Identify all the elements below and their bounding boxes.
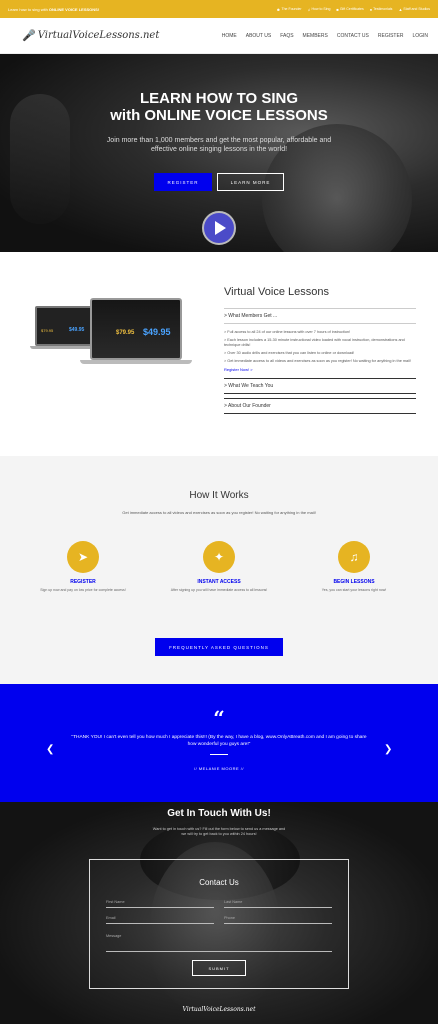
laptop-base-back [30,346,96,349]
hero-register-button[interactable]: REGISTER [154,173,212,191]
hero-title: LEARN HOW TO SING with ONLINE VOICE LESSO… [110,90,328,124]
nav-register[interactable]: REGISTER [378,33,404,39]
main-nav: HOME ABOUT US FAQS MEMBERS CONTACT US RE… [222,33,428,39]
step-desc: Yes, you can start your lessons right no… [321,588,387,592]
site-logo[interactable]: 🎤 VirtualVoiceLessons.net [22,29,159,42]
list-item: > Each lesson includes a 15-30 minute in… [224,338,405,347]
list-item: > Get immediate access to all videos and… [224,359,411,363]
top-link-how-to-sing[interactable]: ♫ How to Sing [308,7,331,12]
step-title: REGISTER [70,579,96,585]
contact-subtitle: Want to get in touch with us? Fill out t… [152,827,286,836]
paper-plane-icon: ➤ [67,541,99,573]
step-begin-lessons: ♫ BEGIN LESSONS Yes, you can start your … [294,541,414,593]
testimonial-author: // MELANIE MOORE // [194,766,244,771]
email-field[interactable]: Email [106,916,214,924]
person-icon: ☻ [276,6,281,12]
nav-members[interactable]: MEMBERS [303,33,328,39]
comment-icon: ● [369,6,373,12]
accordion: Virtual Voice Lessons > What Members Get… [224,286,416,414]
top-link-gift[interactable]: ■ Gift Certificates [336,7,363,12]
accordion-item-about-founder[interactable]: > About Our Founder [224,398,416,414]
magic-wand-icon: ✦ [203,541,235,573]
top-bar: Learn how to sing with ONLINE VOICE LESS… [0,0,438,18]
step-title: INSTANT ACCESS [197,579,241,585]
nav-home[interactable]: HOME [222,33,237,39]
nav-login[interactable]: LOGIN [412,33,428,39]
divider [210,754,228,755]
site-header: 🎤 VirtualVoiceLessons.net HOME ABOUT US F… [0,18,438,54]
step-desc: After signing up you will have immediate… [170,588,268,592]
top-link-founder[interactable]: ☻ The Founder [276,7,301,12]
gift-icon: ■ [336,6,339,12]
how-subtitle: Get immediate access to all videos and e… [122,510,316,515]
last-name-field[interactable]: Last Name [224,900,332,908]
list-item: > Over 30 audio drills and exercises tha… [224,351,355,355]
chevron-right-icon[interactable]: ❯ [384,744,392,755]
accordion-item-members-get[interactable]: > What Members Get ... [224,308,416,324]
hero-learn-more-button[interactable]: LEARN MORE [217,173,284,191]
music-icon: ♫ [307,6,311,12]
step-register: ➤ REGISTER Sign up now and pay on low pr… [23,541,143,593]
contact-form-title: Contact Us [199,878,239,887]
members-get-list: > Full access to all 24 of our online le… [224,324,416,364]
nav-contact[interactable]: CONTACT US [337,33,369,39]
nav-about[interactable]: ABOUT US [246,33,271,39]
list-item: > Full access to all 24 of our online le… [224,330,351,334]
phone-field[interactable]: Phone [224,916,332,924]
laptop-image-front: $79.95 $49.95 [90,298,182,360]
hero-subtitle: Join more than 1,000 members and get the… [106,137,332,153]
music-note-icon: ♫ [338,541,370,573]
play-video-icon[interactable] [202,211,236,245]
testimonial-section: “ "THANK YOU! I can't even tell you how … [0,684,438,802]
building-icon: ▲ [398,6,403,12]
top-link-testimonials[interactable]: ● Testimonials [370,7,393,12]
microphone-icon: 🎤 [22,29,36,42]
contact-title: Get In Touch With Us! [167,808,271,819]
register-now-link[interactable]: Register Now! > [224,367,416,372]
quote-icon: “ [213,706,225,730]
footer-logo[interactable]: VirtualVoiceLessons.net [0,1006,438,1013]
promo-text: Learn how to sing with ONLINE VOICE LESS… [8,6,100,12]
nav-faqs[interactable]: FAQS [280,33,293,39]
top-links: ☻ The Founder ♫ How to Sing ■ Gift Certific… [276,7,430,12]
laptop-base-front [80,360,192,364]
accordion-item-what-we-teach[interactable]: > What We Teach You [224,378,416,394]
testimonial-text: "THANK YOU! I can't even tell you how mu… [71,735,367,747]
step-desc: Sign up now and pay on low price for com… [40,588,126,592]
laptop-image-back: $79.95 $49.95 [35,306,93,346]
how-title: How It Works [189,490,249,501]
contact-form: Contact Us First Name Last Name Email Ph… [89,859,349,989]
message-field[interactable]: Message [106,934,332,952]
chevron-left-icon[interactable]: ❮ [46,744,54,755]
contact-section: Get In Touch With Us! Want to get in tou… [0,802,438,1024]
step-instant-access: ✦ INSTANT ACCESS After signing up you wi… [159,541,279,593]
step-title: BEGIN LESSONS [333,579,375,585]
intro-heading: Virtual Voice Lessons [224,286,329,298]
top-link-staff[interactable]: ▲ Staff and Studios [398,7,430,12]
faq-button[interactable]: FREQUENTLY ASKED QUESTIONS [155,638,283,656]
submit-button[interactable]: SUBMIT [192,960,246,976]
first-name-field[interactable]: First Name [106,900,214,908]
